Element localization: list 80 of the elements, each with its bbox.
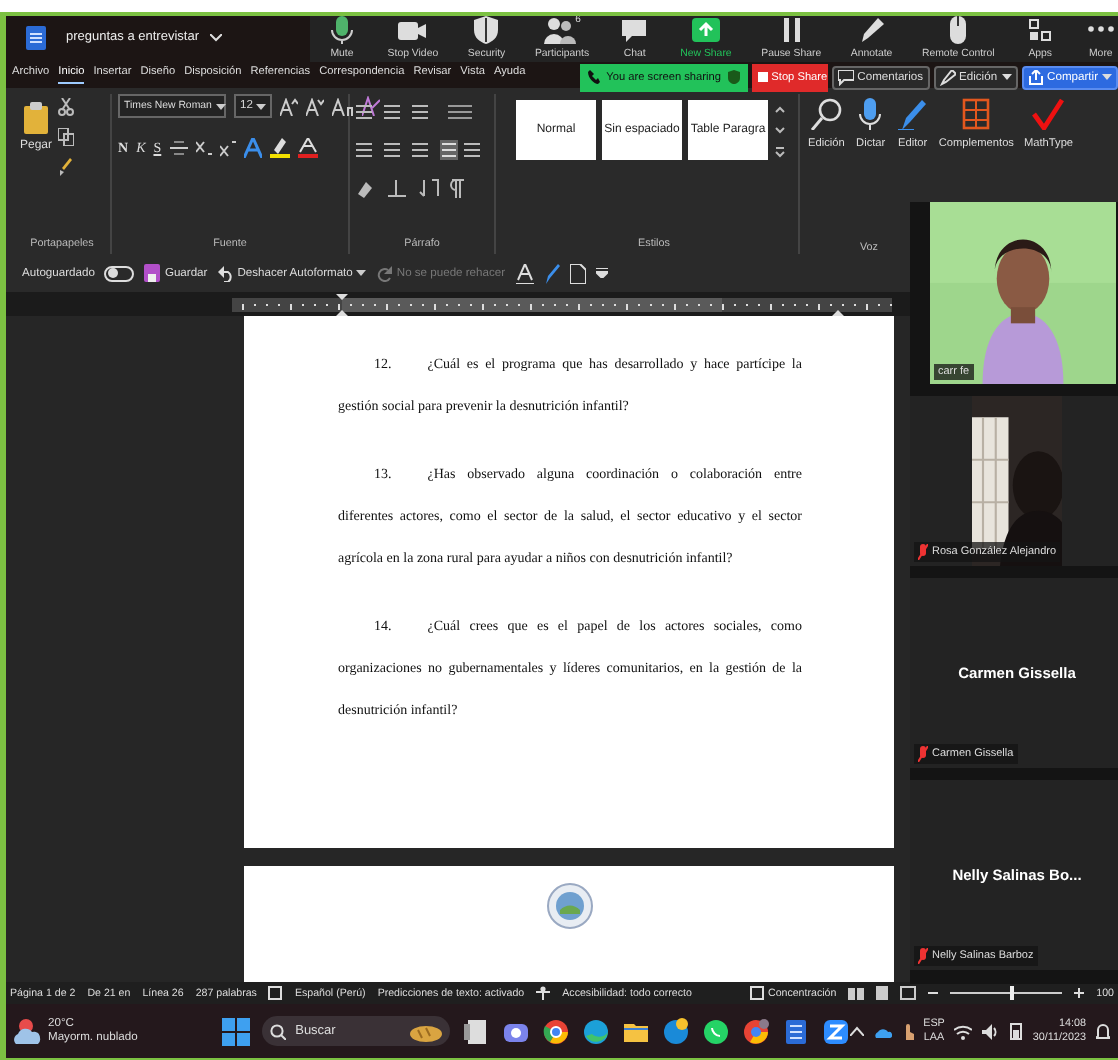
- undo-arrow-icon: [217, 265, 234, 281]
- seal-icon: [545, 881, 593, 930]
- proofing-icon: [268, 986, 283, 1000]
- customize-icon[interactable]: [595, 268, 608, 278]
- phone-icon: [588, 70, 600, 84]
- clear-format-icon[interactable]: [362, 96, 381, 116]
- share-icon: [1027, 69, 1044, 85]
- slider-thumb[interactable]: [1009, 986, 1014, 1000]
- text-effects-icon[interactable]: [243, 138, 262, 158]
- chevron-down-icon: [1102, 74, 1112, 80]
- cloud-icon: [14, 1017, 42, 1045]
- chat-app-icon[interactable]: [701, 1017, 730, 1045]
- chevron-down-icon[interactable]: [210, 33, 223, 41]
- people-icon: [543, 16, 576, 46]
- scissors-icon[interactable]: [58, 98, 75, 116]
- zoom-out-icon[interactable]: [928, 988, 939, 998]
- globe-app-icon[interactable]: [661, 1017, 690, 1045]
- shield-icon: [470, 16, 503, 46]
- redo-arrow-icon: [376, 265, 393, 281]
- change-case-icon[interactable]: [332, 97, 355, 115]
- bread-icon: [409, 1021, 442, 1041]
- shield-icon: [727, 70, 740, 84]
- search-icon: [269, 1023, 286, 1039]
- bell-icon[interactable]: [1096, 1022, 1110, 1040]
- superscript-icon[interactable]: [219, 139, 236, 157]
- cloud-icon[interactable]: [873, 1025, 892, 1037]
- alignment-buttons-icon[interactable]: [356, 140, 480, 160]
- video-app-icon[interactable]: [821, 1017, 850, 1045]
- autosave-toggle[interactable]: [104, 265, 135, 281]
- microphone-icon: [326, 16, 358, 46]
- chevron-up-icon[interactable]: [849, 1026, 864, 1036]
- grid-icon: [960, 98, 993, 130]
- chevron-down-icon: [215, 103, 226, 109]
- hand-icon[interactable]: [901, 1022, 914, 1040]
- search-icon: [810, 98, 843, 130]
- page-icon[interactable]: [569, 263, 586, 283]
- pen-tool-icon[interactable]: [543, 263, 560, 283]
- chevron-down-icon: [1001, 74, 1012, 80]
- browser-icon[interactable]: [741, 1017, 770, 1045]
- print-layout-icon[interactable]: [876, 986, 889, 1000]
- pen-icon: [896, 98, 929, 130]
- apps-icon: [1024, 16, 1057, 46]
- start-icon[interactable]: [221, 1017, 250, 1045]
- square-icon: [757, 72, 768, 82]
- document-icon: [26, 25, 46, 49]
- pencil-icon: [939, 69, 956, 85]
- subscript-icon[interactable]: [195, 139, 212, 157]
- muted-microphone-icon: [918, 544, 928, 560]
- highlighter-icon[interactable]: [269, 138, 290, 158]
- speaker-icon[interactable]: [982, 1023, 1001, 1039]
- browser-icon[interactable]: [541, 1017, 570, 1045]
- accessibility-icon: [536, 986, 551, 1000]
- muted-microphone-icon: [918, 948, 928, 964]
- text-style-icon[interactable]: [515, 263, 534, 283]
- zoom-in-icon[interactable]: [1074, 988, 1085, 998]
- browser-icon[interactable]: [581, 1017, 610, 1045]
- comment-icon: [837, 69, 854, 85]
- copy-icon[interactable]: [58, 128, 75, 146]
- font-color-icon[interactable]: [297, 138, 318, 158]
- battery-icon[interactable]: [1010, 1022, 1023, 1040]
- focus-icon: [750, 986, 764, 1000]
- chevron-down-icon: [356, 270, 367, 276]
- chevron-down-icon: [256, 103, 267, 109]
- microphone-icon: [854, 98, 887, 130]
- strikethrough-icon[interactable]: [169, 140, 188, 156]
- read-mode-icon[interactable]: [848, 986, 865, 1000]
- document-app-icon[interactable]: [781, 1017, 810, 1045]
- shrink-font-icon[interactable]: [306, 97, 325, 115]
- grow-font-icon[interactable]: [280, 97, 299, 115]
- web-layout-icon[interactable]: [900, 986, 917, 1000]
- brush-icon[interactable]: [58, 158, 75, 176]
- check-mark-icon: [1032, 98, 1065, 130]
- muted-microphone-icon: [918, 746, 928, 762]
- share-screen-icon: [689, 16, 722, 46]
- more-icon: [1087, 26, 1114, 32]
- clipboard-icon: [22, 102, 50, 134]
- wifi-icon[interactable]: [954, 1023, 973, 1039]
- chat-bubble-icon: [618, 16, 651, 46]
- widget-icon[interactable]: [461, 1017, 490, 1045]
- video-camera-icon: [396, 16, 429, 46]
